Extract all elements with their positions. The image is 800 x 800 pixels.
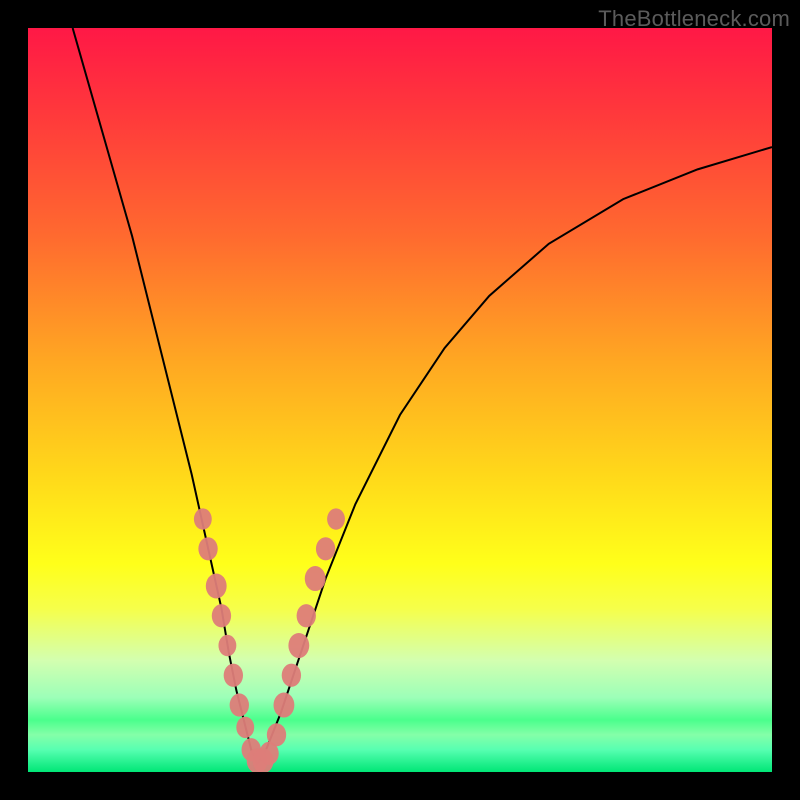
marker-bead xyxy=(267,723,286,746)
marker-bead xyxy=(230,693,249,716)
marker-bead xyxy=(274,693,295,718)
marker-group xyxy=(194,508,345,772)
marker-bead xyxy=(198,537,217,560)
marker-bead xyxy=(327,508,345,529)
marker-bead xyxy=(218,635,236,656)
chart-plot-area xyxy=(28,28,772,772)
marker-bead xyxy=(305,566,326,591)
marker-bead xyxy=(212,604,231,627)
chart-svg xyxy=(28,28,772,772)
marker-bead xyxy=(282,664,301,687)
watermark-text: TheBottleneck.com xyxy=(598,6,790,32)
marker-bead xyxy=(236,717,254,738)
marker-bead xyxy=(297,604,316,627)
marker-bead xyxy=(224,664,243,687)
marker-bead xyxy=(316,537,335,560)
marker-bead xyxy=(194,508,212,529)
curve-right-branch xyxy=(257,147,772,765)
marker-bead xyxy=(288,633,309,658)
marker-bead xyxy=(206,574,227,599)
